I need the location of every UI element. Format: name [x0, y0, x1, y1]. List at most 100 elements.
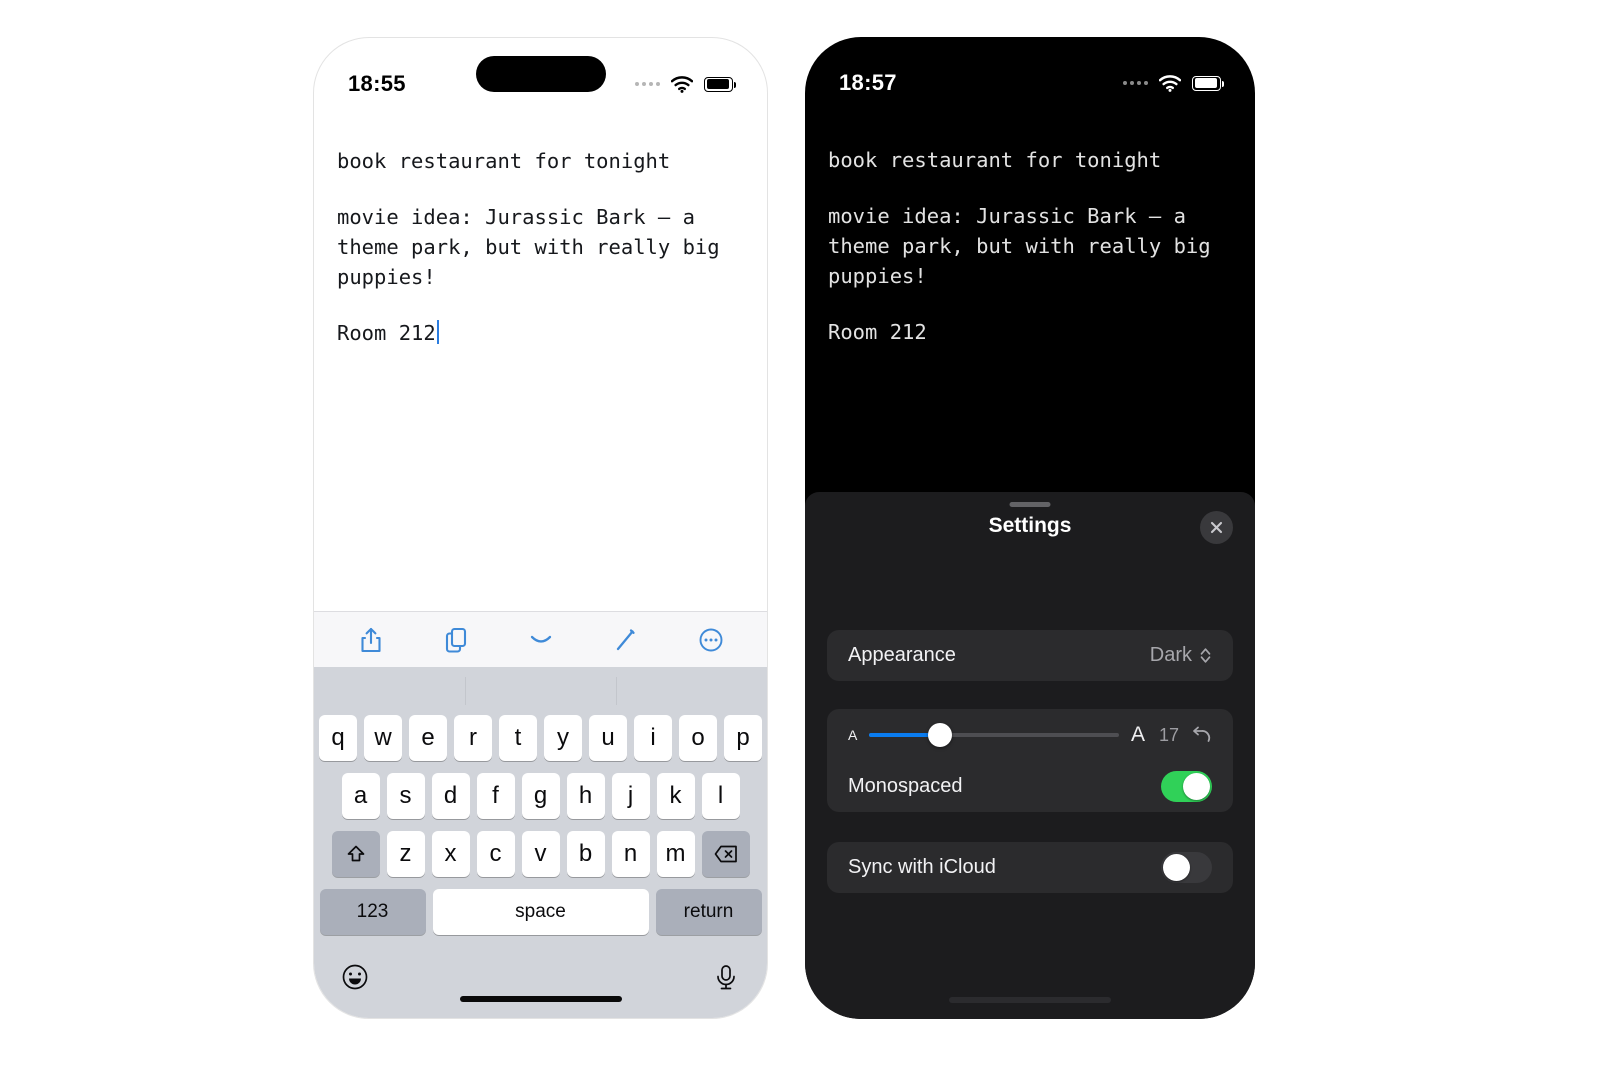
key-t[interactable]: t — [499, 715, 537, 761]
predictive-suggestions-bar[interactable] — [314, 667, 767, 715]
key-d[interactable]: d — [431, 773, 470, 819]
key-s[interactable]: s — [386, 773, 425, 819]
keyboard-row-4: 123 space return — [314, 889, 767, 935]
key-h[interactable]: h — [566, 773, 605, 819]
keyboard-row-3: zxcvbnm — [314, 831, 767, 877]
key-w[interactable]: w — [364, 715, 402, 761]
slider-thumb[interactable] — [928, 723, 953, 747]
battery-icon — [1192, 75, 1224, 91]
key-p[interactable]: p — [724, 715, 762, 761]
sheet-grabber-handle[interactable] — [1009, 502, 1051, 507]
key-l[interactable]: l — [701, 773, 740, 819]
key-r[interactable]: r — [454, 715, 492, 761]
key-k[interactable]: k — [656, 773, 695, 819]
chevron-updown-icon — [1200, 648, 1211, 663]
key-i[interactable]: i — [634, 715, 672, 761]
appearance-value-wrap[interactable]: Dark — [1150, 644, 1212, 667]
screenshot-stage: 18:55 book restaurant for tonight movie … — [0, 0, 1600, 1082]
signal-dots-icon — [1123, 81, 1148, 85]
note-line-3: Room 212 — [337, 321, 436, 345]
home-indicator-left — [459, 996, 622, 1002]
key-u[interactable]: u — [589, 715, 627, 761]
row-font-size: A A 17 — [827, 709, 1233, 761]
appearance-group: Appearance Dark — [827, 630, 1233, 681]
toggle-knob — [1163, 854, 1190, 881]
share-icon[interactable] — [349, 618, 393, 662]
status-time: 18:55 — [348, 71, 406, 96]
space-key[interactable]: space — [432, 889, 649, 935]
sync-icloud-label: Sync with iCloud — [848, 856, 996, 878]
row-sync-icloud[interactable]: Sync with iCloud — [827, 842, 1233, 893]
note-editor-left[interactable]: book restaurant for tonight movie idea: … — [314, 112, 767, 348]
font-group: A A 17 Monospaced — [827, 709, 1233, 812]
status-indicators — [635, 75, 736, 93]
key-n[interactable]: n — [611, 831, 650, 877]
appearance-label: Appearance — [848, 644, 956, 666]
pencil-icon[interactable] — [604, 618, 648, 662]
signal-dots-icon — [635, 82, 660, 86]
key-v[interactable]: v — [521, 831, 560, 877]
font-size-small-label: A — [848, 727, 858, 743]
monospaced-toggle[interactable] — [1161, 771, 1212, 802]
shift-key[interactable] — [331, 831, 380, 877]
note-line-1: book restaurant for tonight — [828, 148, 1162, 172]
note-line-2: movie idea: Jurassic Bark — a theme park… — [828, 204, 1223, 288]
key-a[interactable]: a — [341, 773, 380, 819]
note-editor-right[interactable]: book restaurant for tonight movie idea: … — [805, 111, 1255, 347]
settings-sheet: Settings Appearance Dark A A 17 Monospac… — [805, 492, 1255, 1019]
numeric-key[interactable]: 123 — [319, 889, 426, 935]
text-caret — [436, 320, 439, 344]
key-j[interactable]: j — [611, 773, 650, 819]
row-appearance[interactable]: Appearance Dark — [827, 630, 1233, 681]
row-monospaced[interactable]: Monospaced — [827, 761, 1233, 812]
suggestion-slot-3[interactable] — [616, 667, 767, 715]
key-e[interactable]: e — [409, 715, 447, 761]
note-line-1: book restaurant for tonight — [337, 149, 671, 173]
emoji-icon[interactable] — [340, 962, 370, 992]
keyboard-bottom-bar — [314, 952, 767, 1018]
key-c[interactable]: c — [476, 831, 515, 877]
key-m[interactable]: m — [656, 831, 695, 877]
key-y[interactable]: y — [544, 715, 582, 761]
status-indicators — [1123, 74, 1224, 92]
microphone-icon[interactable] — [711, 962, 741, 992]
font-size-value: 17 — [1158, 724, 1179, 745]
key-o[interactable]: o — [679, 715, 717, 761]
suggestion-slot-1[interactable] — [314, 667, 465, 715]
return-key[interactable]: return — [655, 889, 762, 935]
documents-icon[interactable] — [434, 618, 478, 662]
chevron-down-icon[interactable] — [519, 618, 563, 662]
key-q[interactable]: q — [319, 715, 357, 761]
font-size-slider[interactable] — [869, 723, 1119, 747]
key-b[interactable]: b — [566, 831, 605, 877]
reset-arrow-icon[interactable] — [1191, 726, 1212, 745]
keyboard-row-1: qwertyuiop — [314, 715, 767, 761]
key-x[interactable]: x — [431, 831, 470, 877]
sync-group: Sync with iCloud — [827, 842, 1233, 893]
key-z[interactable]: z — [386, 831, 425, 877]
editor-toolbar — [314, 611, 767, 667]
key-f[interactable]: f — [476, 773, 515, 819]
dynamic-island — [475, 56, 606, 92]
backspace-key[interactable] — [701, 831, 750, 877]
phone-light-mode: 18:55 book restaurant for tonight movie … — [313, 37, 768, 1019]
note-line-3-wrap: Room 212 — [314, 292, 767, 348]
wifi-icon — [1159, 74, 1181, 92]
key-g[interactable]: g — [521, 773, 560, 819]
note-line-2: movie idea: Jurassic Bark — a theme park… — [337, 205, 732, 289]
note-line-3: Room 212 — [828, 320, 927, 344]
toggle-knob — [1183, 773, 1210, 800]
home-indicator-right — [949, 997, 1111, 1003]
battery-icon — [704, 76, 736, 92]
sync-icloud-toggle[interactable] — [1161, 852, 1212, 883]
close-icon[interactable] — [1200, 511, 1233, 544]
phone-dark-mode: 18:57 book restaurant for tonight movie … — [805, 37, 1255, 1019]
ellipsis-circle-icon[interactable] — [689, 618, 733, 662]
appearance-value: Dark — [1149, 644, 1192, 666]
monospaced-label: Monospaced — [848, 775, 963, 797]
keyboard-row-2: asdfghjkl — [314, 773, 767, 819]
font-size-large-label: A — [1130, 723, 1145, 746]
suggestion-slot-2[interactable] — [465, 667, 616, 715]
status-bar-right: 18:57 — [805, 37, 1255, 111]
settings-title: Settings — [988, 514, 1072, 537]
